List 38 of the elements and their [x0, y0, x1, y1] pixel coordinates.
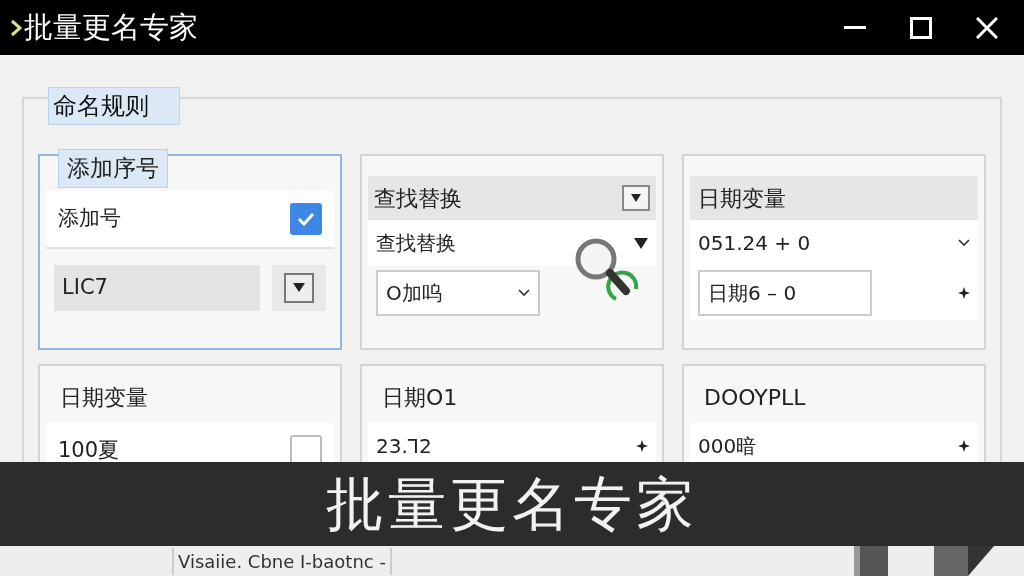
row-label: 查找替换: [376, 230, 456, 257]
chevron-icon: [518, 289, 530, 297]
card-title: 查找替换: [374, 184, 462, 213]
select-field[interactable]: LIC7: [54, 264, 260, 311]
panel-icon[interactable]: [854, 546, 890, 576]
text-field[interactable]: 日期6 – 0: [698, 270, 872, 316]
card-title: 日期变量: [59, 384, 149, 412]
checkbox[interactable]: [290, 435, 322, 462]
combo-field[interactable]: O加呜: [376, 270, 540, 316]
chevron-icon: [958, 239, 970, 247]
sparkle-icon: [958, 440, 970, 452]
card-title: 日期变量: [698, 184, 786, 213]
row-label: 100夏: [58, 437, 120, 462]
sparkle-icon: [958, 287, 970, 299]
row-label: 23.Ꞁ2: [376, 433, 432, 460]
row-label: O加呜: [386, 280, 442, 307]
window-title: 批量更名专家: [24, 8, 198, 46]
caret-icon: [634, 237, 648, 249]
panel-icon[interactable]: [934, 546, 994, 576]
group-title: 命名规则: [48, 87, 180, 125]
sparkle-icon: [636, 440, 648, 452]
check-icon: [297, 211, 315, 226]
card-title: 日期O1: [381, 384, 459, 412]
maximize-icon[interactable]: [910, 16, 932, 39]
caption: 批量更名专家: [326, 468, 698, 540]
row-label: 日期6 – 0: [708, 280, 797, 307]
row-label: 000暗: [698, 433, 757, 460]
caret-icon: [631, 194, 641, 202]
checkbox[interactable]: [290, 202, 322, 235]
card-title: 添加序号: [58, 149, 168, 188]
card-title: DOOYPLL: [703, 384, 807, 412]
row-label: 051.24 + 0: [698, 230, 811, 257]
row-label: 添加号: [58, 204, 121, 232]
dropdown-button[interactable]: [622, 185, 650, 211]
caret-icon: [293, 283, 305, 292]
close-icon[interactable]: [976, 16, 998, 39]
status-text: Visaiie. Cbne I-baotnc -: [172, 547, 392, 575]
row-label: LIC7: [62, 273, 108, 301]
